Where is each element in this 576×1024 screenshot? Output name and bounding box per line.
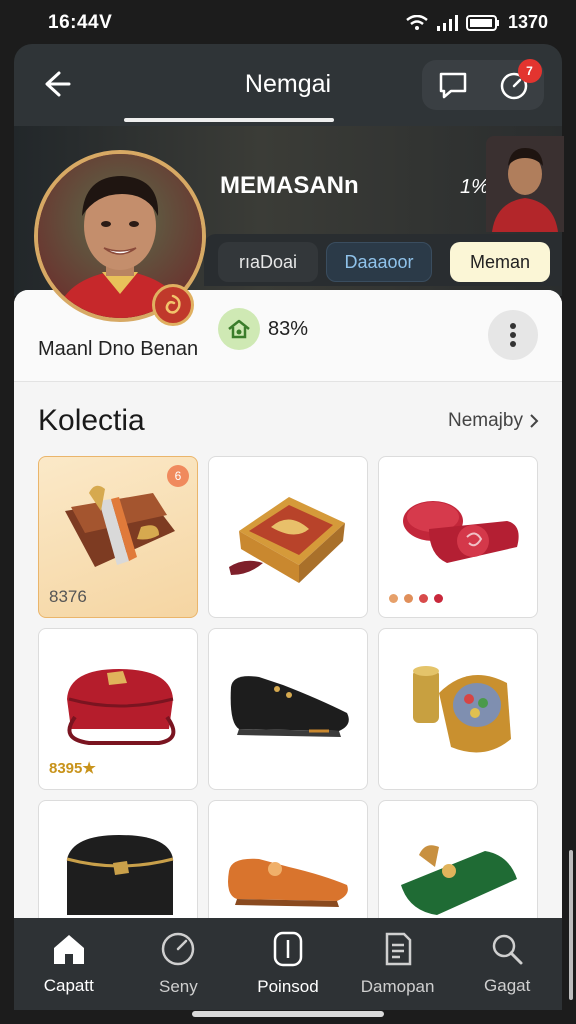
more-options-button[interactable] — [488, 310, 538, 360]
nav-label: Gagat — [484, 976, 531, 995]
wifi-icon — [406, 14, 428, 30]
nav-item-explore[interactable]: Seny — [124, 918, 234, 1010]
nav-label: Capatt — [43, 976, 94, 995]
red-bag-icon — [67, 669, 176, 745]
color-dot[interactable] — [434, 594, 443, 603]
black-bag-icon — [66, 835, 174, 915]
nav-item-documents[interactable]: Damopan — [343, 918, 453, 1010]
camera-notch — [145, 0, 435, 42]
notification-badge: 7 — [517, 59, 542, 83]
signal-icon — [436, 14, 458, 31]
status-bar: 16:44V 1370 — [0, 0, 576, 42]
item-card-ornate-box[interactable] — [208, 456, 368, 618]
item-card-brown-wallet[interactable]: 6 8376 — [38, 456, 198, 618]
stat-badge: 83% — [218, 308, 308, 350]
orange-shoe-icon — [228, 858, 348, 907]
nav-item-search[interactable]: Gagat — [452, 918, 562, 1010]
card-icon — [273, 931, 303, 967]
wallet-icon — [65, 485, 175, 567]
item-card-red-bag[interactable]: 8395★ — [38, 628, 198, 790]
kebab-menu-icon — [510, 323, 516, 347]
profile-name: Maanl Dno Benan — [38, 338, 199, 360]
collection-title: Kolectia — [38, 404, 145, 437]
green-wallet-icon — [401, 845, 517, 915]
chevron-right-icon — [530, 414, 539, 428]
tab-2[interactable]: Daaaoor — [326, 242, 432, 282]
ornate-box-icon — [229, 497, 345, 583]
color-dot[interactable] — [404, 594, 413, 603]
player-thumbnail — [486, 136, 564, 232]
tab-3-active[interactable]: Meman — [450, 242, 550, 282]
nav-item-home[interactable]: Capatt — [14, 918, 124, 1010]
item-price: 8376 — [49, 587, 87, 606]
notifications-button[interactable]: 7 — [494, 59, 542, 105]
battery-icon — [465, 14, 499, 31]
nav-label: Damopan — [360, 977, 435, 996]
home-indicator[interactable] — [192, 1011, 384, 1017]
bottom-nav: Capatt Seny Poinsod Damopan Gagat — [14, 918, 562, 1010]
phone-screen: 16:44V 1370 Nemgai 7 MEMASANn 1% rıaDoai… — [0, 0, 576, 1024]
content-sheet: Maanl Dno Benan 83% Kolectia Nemajby 6 8… — [14, 290, 573, 1000]
gold-cans-icon — [413, 666, 511, 753]
stat-value: 83% — [268, 317, 309, 340]
color-options — [389, 594, 443, 603]
battery-text: 1370 — [507, 12, 548, 32]
red-wallet-icon — [403, 501, 519, 563]
see-all-label: Nemajby — [448, 410, 523, 431]
compass-icon — [162, 932, 195, 966]
document-icon — [385, 932, 411, 966]
nav-label: Poinsod — [257, 977, 319, 996]
app-header: Nemgai 7 — [14, 44, 562, 126]
chat-button[interactable] — [433, 65, 473, 105]
scrollbar[interactable] — [569, 850, 573, 1000]
tab-1[interactable]: rıaDoai — [218, 242, 318, 282]
chat-bubble-icon — [439, 72, 466, 99]
search-icon — [492, 934, 523, 965]
title-underline — [124, 118, 334, 122]
status-time: 16:44V — [48, 12, 113, 33]
home-icon — [53, 935, 84, 964]
team-emblem-icon — [152, 284, 194, 326]
house-icon — [218, 308, 260, 350]
item-rating: 8395★ — [49, 760, 96, 777]
nav-item-cards[interactable]: Poinsod — [233, 918, 343, 1010]
item-card-black-shoe[interactable] — [208, 628, 368, 790]
color-dot[interactable] — [389, 594, 398, 603]
hero-title: MEMASANn — [220, 172, 359, 199]
header-actions: 7 — [422, 59, 544, 110]
status-icons: 1370 — [406, 12, 548, 33]
hero-percent: 1% — [460, 176, 489, 198]
nav-label: Seny — [159, 977, 198, 996]
color-dot[interactable] — [419, 594, 428, 603]
see-all-link[interactable]: Nemajby — [448, 410, 539, 432]
hero-tabs: rıaDoai Daaaoor Meman — [204, 234, 562, 286]
item-card-gold-cans[interactable] — [378, 628, 538, 790]
item-card-red-wallet[interactable] — [378, 456, 538, 618]
shoe-icon — [230, 676, 349, 737]
